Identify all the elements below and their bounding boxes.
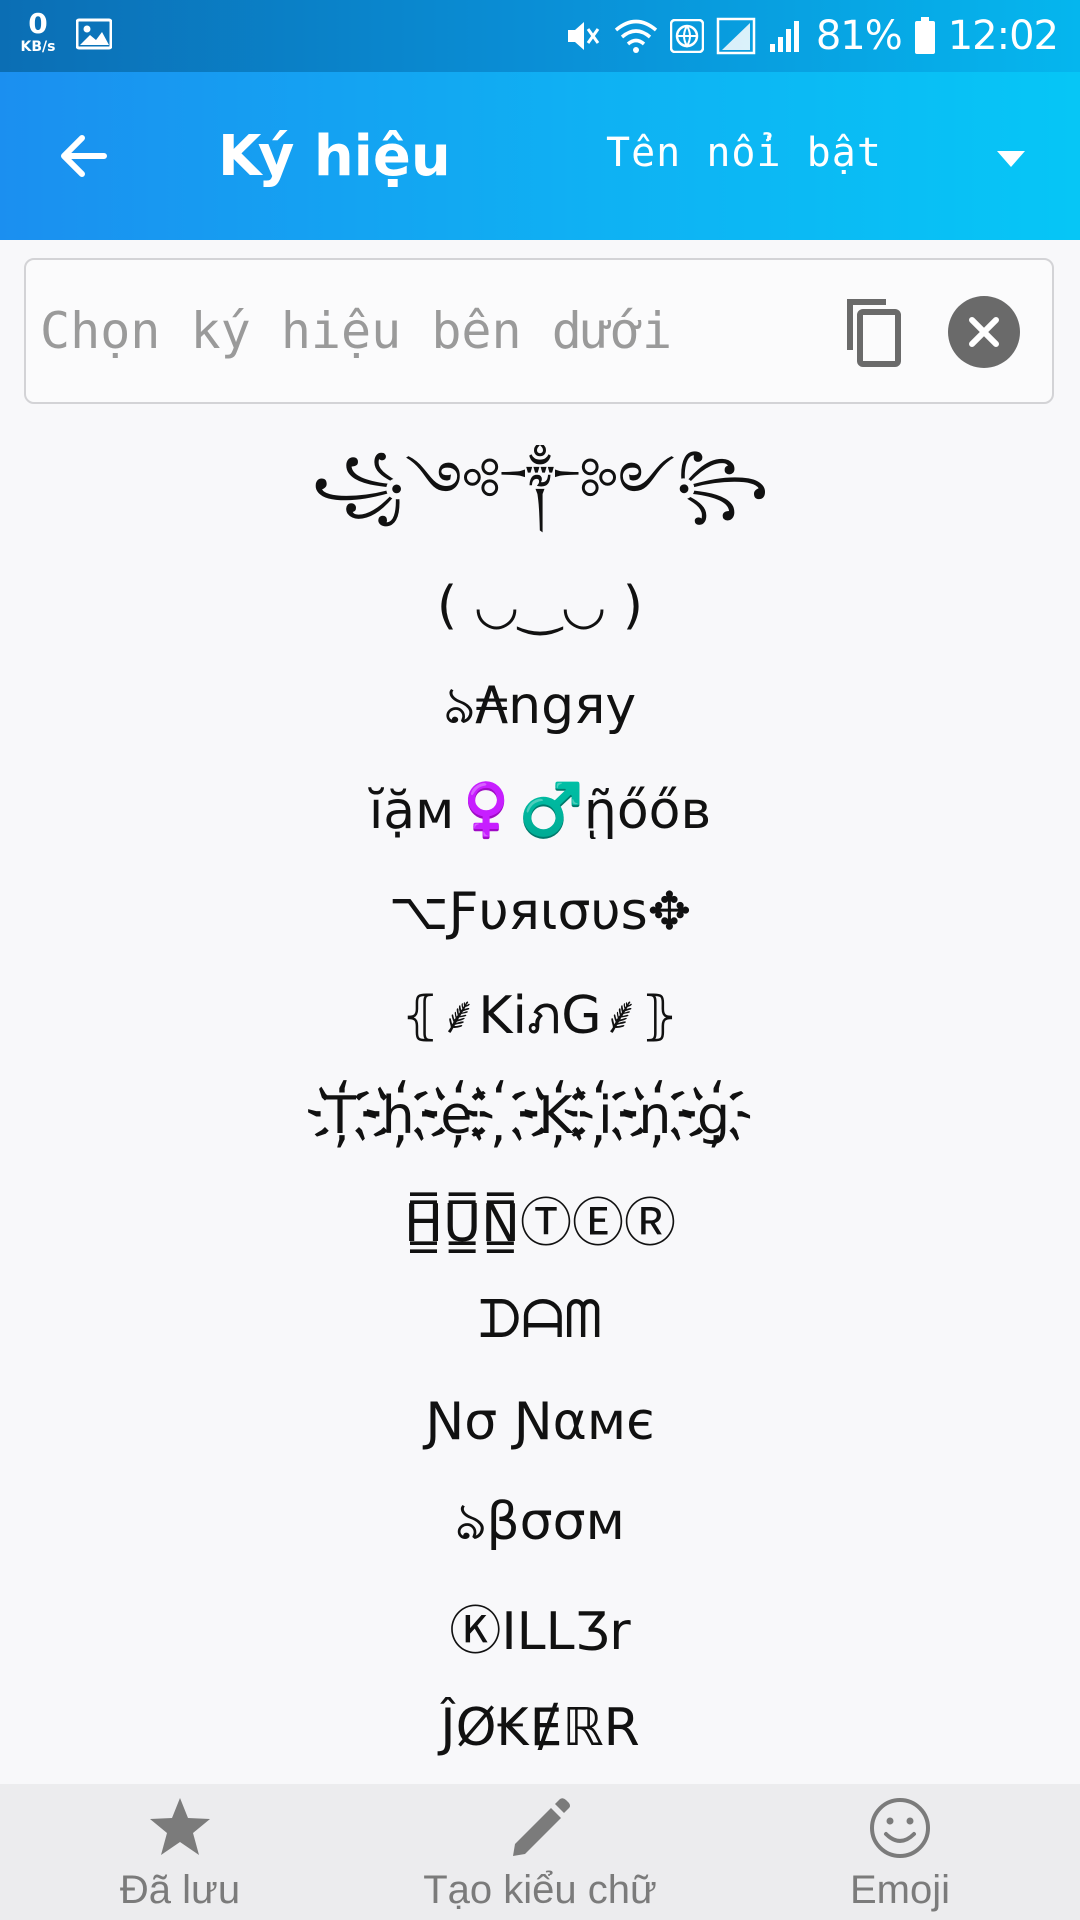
symbol-item[interactable]: ঌβσσм bbox=[0, 1473, 1080, 1575]
clock: 12:02 bbox=[947, 13, 1059, 59]
symbol-item[interactable]: Ɲσ Ɲαмє bbox=[0, 1371, 1080, 1473]
symbol-item[interactable]: ⌥Ƒυяισυs✥ bbox=[0, 861, 1080, 963]
symbol-item[interactable]: ĭặм♀️♂️ῇőőв bbox=[0, 759, 1080, 861]
image-notification-icon bbox=[75, 18, 113, 54]
symbol-item[interactable]: ĴØ₭ɆℝR bbox=[0, 1677, 1080, 1779]
copy-button[interactable] bbox=[836, 292, 916, 372]
vpn-globe-icon bbox=[669, 19, 704, 53]
smiley-icon bbox=[870, 1798, 930, 1858]
nav-emoji-label: Emoji bbox=[849, 1868, 951, 1912]
nav-create-style[interactable]: Tạo kiểu chữ bbox=[360, 1784, 720, 1920]
page-title: Ký hiệu bbox=[218, 124, 451, 189]
app-bar: Ký hiệu Tên nổi bật bbox=[0, 72, 1080, 240]
symbol-item[interactable]: ঌ₳ngяy bbox=[0, 657, 1080, 759]
chevron-down-icon bbox=[997, 151, 1025, 167]
symbol-list: ꧁༺༒༻꧂ ( ◡‿◡ ) ঌ₳ngяy ĭặм♀️♂️ῇőőв ⌥Ƒυяισυ… bbox=[0, 445, 1080, 1785]
back-arrow-icon bbox=[61, 135, 107, 177]
nav-create-style-label: Tạo kiểu chữ bbox=[423, 1868, 657, 1912]
wifi-icon bbox=[614, 17, 658, 55]
copy-icon bbox=[847, 299, 901, 367]
bottom-navigation: Đã lưu Tạo kiểu chữ Emoji bbox=[0, 1784, 1080, 1920]
symbol-input[interactable] bbox=[38, 290, 822, 372]
close-icon bbox=[969, 317, 999, 347]
network-speed-value: 0 bbox=[28, 7, 48, 40]
network-speed-unit: KB/s bbox=[20, 39, 56, 55]
battery-percent: 81% bbox=[815, 13, 903, 59]
mute-icon bbox=[564, 17, 602, 55]
status-bar: 0 KB/s 81% 12:02 bbox=[0, 0, 1080, 72]
symbol-item[interactable]: ꧁༺༒༻꧂ bbox=[0, 445, 1080, 555]
cell-signal-icon bbox=[768, 18, 804, 54]
nav-saved[interactable]: Đã lưu bbox=[0, 1784, 360, 1920]
symbol-item[interactable]: ⓀILLƷr bbox=[0, 1575, 1080, 1677]
nav-saved-label: Đã lưu bbox=[119, 1868, 241, 1912]
symbol-item[interactable]: T҉h҉e҉ ҉K҉i҉n҉g҉ bbox=[0, 1065, 1080, 1167]
symbol-item[interactable]: ᗪᗩᗰ bbox=[0, 1269, 1080, 1371]
symbol-item[interactable]: H̳̿U̳̿N̳̿ⓉⒺⓇ bbox=[0, 1167, 1080, 1269]
symbol-item[interactable]: ⦃⸙KiภG⸙⦄ bbox=[0, 963, 1080, 1065]
battery-icon bbox=[914, 17, 936, 55]
status-icons: 81% 12:02 bbox=[564, 0, 1059, 72]
clear-button[interactable] bbox=[948, 296, 1020, 368]
symbol-input-container bbox=[24, 258, 1054, 404]
category-dropdown[interactable]: Tên nổi bật bbox=[600, 130, 1040, 190]
pencil-icon bbox=[513, 1798, 570, 1856]
category-dropdown-value: Tên nổi bật bbox=[606, 130, 882, 176]
star-icon bbox=[150, 1798, 210, 1855]
sim-signal-icon bbox=[716, 17, 756, 55]
nav-emoji[interactable]: Emoji bbox=[720, 1784, 1080, 1920]
network-speed: 0 KB/s bbox=[16, 7, 60, 55]
back-button[interactable] bbox=[54, 126, 114, 186]
